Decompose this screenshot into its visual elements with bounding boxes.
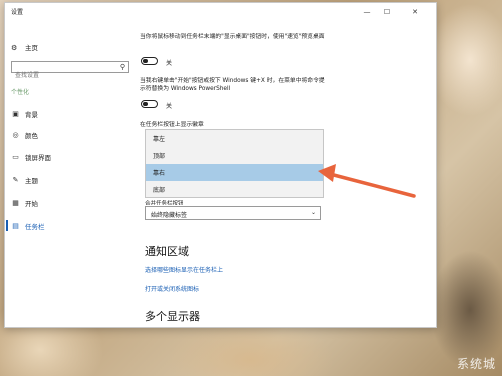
system-icons-link[interactable]: 打开或关闭系统图标 [145,284,199,293]
main-content: 当你将鼠标移动到任务栏末端的"显示桌面"按钮时，使用"速览"预览桌面 关 当我右… [140,23,430,327]
peek-toggle[interactable] [141,57,158,65]
palette-icon: ◎ [12,131,19,139]
sidebar-section-label: 个性化 [11,89,30,96]
peek-toggle-label: 关 [166,60,173,67]
gear-icon: ⚙ [11,44,18,52]
dropdown-option-left[interactable]: 靠左 [146,130,323,147]
title-bar: 设置 — ☐ ✕ [5,3,436,23]
sidebar-item-colors[interactable]: ◎ 颜色 [11,130,38,140]
sidebar: ⚙ 主页 ⚲ 个性化 ▣ 背景 ◎ 颜色 ▭ 锁屏界面 ✎ 主题 ▦ 开始 ▤ 任务栏 [5,23,133,327]
sidebar-item-label: 背景 [25,111,38,119]
search-box[interactable]: ⚲ [11,61,129,81]
minimize-button[interactable]: — [361,8,373,16]
taskbar-location-label: 在任务栏按钮上显示徽章 [140,122,204,128]
combine-buttons-caption: 合并任务栏按钮 [145,201,184,205]
notification-area-heading: 通知区域 [145,245,189,258]
maximize-button[interactable]: ☐ [381,8,393,16]
taskbar-icon: ▤ [12,222,19,230]
settings-window: 设置 — ☐ ✕ ⚙ 主页 ⚲ 个性化 ▣ 背景 ◎ 颜色 ▭ 锁屏界面 ✎ 主题 ▦ 开始 [4,2,437,328]
select-icons-link[interactable]: 选择哪些图标显示在任务栏上 [145,265,223,274]
start-icon: ▦ [12,199,19,207]
taskbar-location-dropdown-list: 靠左 顶部 靠右 底部 [145,129,324,198]
lockscreen-icon: ▭ [12,153,19,161]
sidebar-item-start[interactable]: ▦ 开始 [11,198,38,208]
sidebar-home[interactable]: ⚙ 主页 [11,42,38,52]
active-indicator [6,220,8,231]
search-input[interactable] [12,70,112,81]
sidebar-item-taskbar[interactable]: ▤ 任务栏 [11,221,45,231]
powershell-toggle-label: 关 [166,103,173,110]
search-icon[interactable]: ⚲ [120,63,125,71]
combine-buttons-dropdown[interactable]: 始终隐藏标签 ⌄ [145,206,321,220]
dropdown-option-top[interactable]: 顶部 [146,147,323,164]
brush-icon: ✎ [12,176,19,184]
combine-buttons-value: 始终隐藏标签 [151,212,188,219]
watermark: 系统城 [456,357,496,371]
toggle-knob [143,58,148,63]
sidebar-item-background[interactable]: ▣ 背景 [11,109,38,119]
sidebar-item-lockscreen[interactable]: ▭ 锁屏界面 [11,152,51,162]
multiple-displays-heading: 多个显示器 [145,310,200,323]
toggle-knob [143,101,148,106]
peek-description: 当你将鼠标移动到任务栏末端的"显示桌面"按钮时，使用"速览"预览桌面 [140,34,325,40]
powershell-description: 当我右键单击"开始"按钮或按下 Windows 键+X 时，在菜单中将命令提示符… [140,78,325,92]
chevron-down-icon: ⌄ [310,209,316,216]
dropdown-option-right[interactable]: 靠右 [146,164,323,181]
window-title: 设置 [11,9,24,16]
wallpaper-shadow [430,250,502,370]
powershell-toggle[interactable] [141,100,158,108]
sidebar-item-label: 主题 [25,177,38,185]
sidebar-item-label: 任务栏 [25,223,45,231]
close-button[interactable]: ✕ [409,8,421,16]
dropdown-option-bottom[interactable]: 底部 [146,181,323,198]
sidebar-item-themes[interactable]: ✎ 主题 [11,175,38,185]
sidebar-item-label: 颜色 [25,132,38,140]
sidebar-home-label: 主页 [25,44,38,52]
sidebar-item-label: 开始 [25,200,38,208]
picture-icon: ▣ [12,110,19,118]
sidebar-item-label: 锁屏界面 [25,154,51,162]
